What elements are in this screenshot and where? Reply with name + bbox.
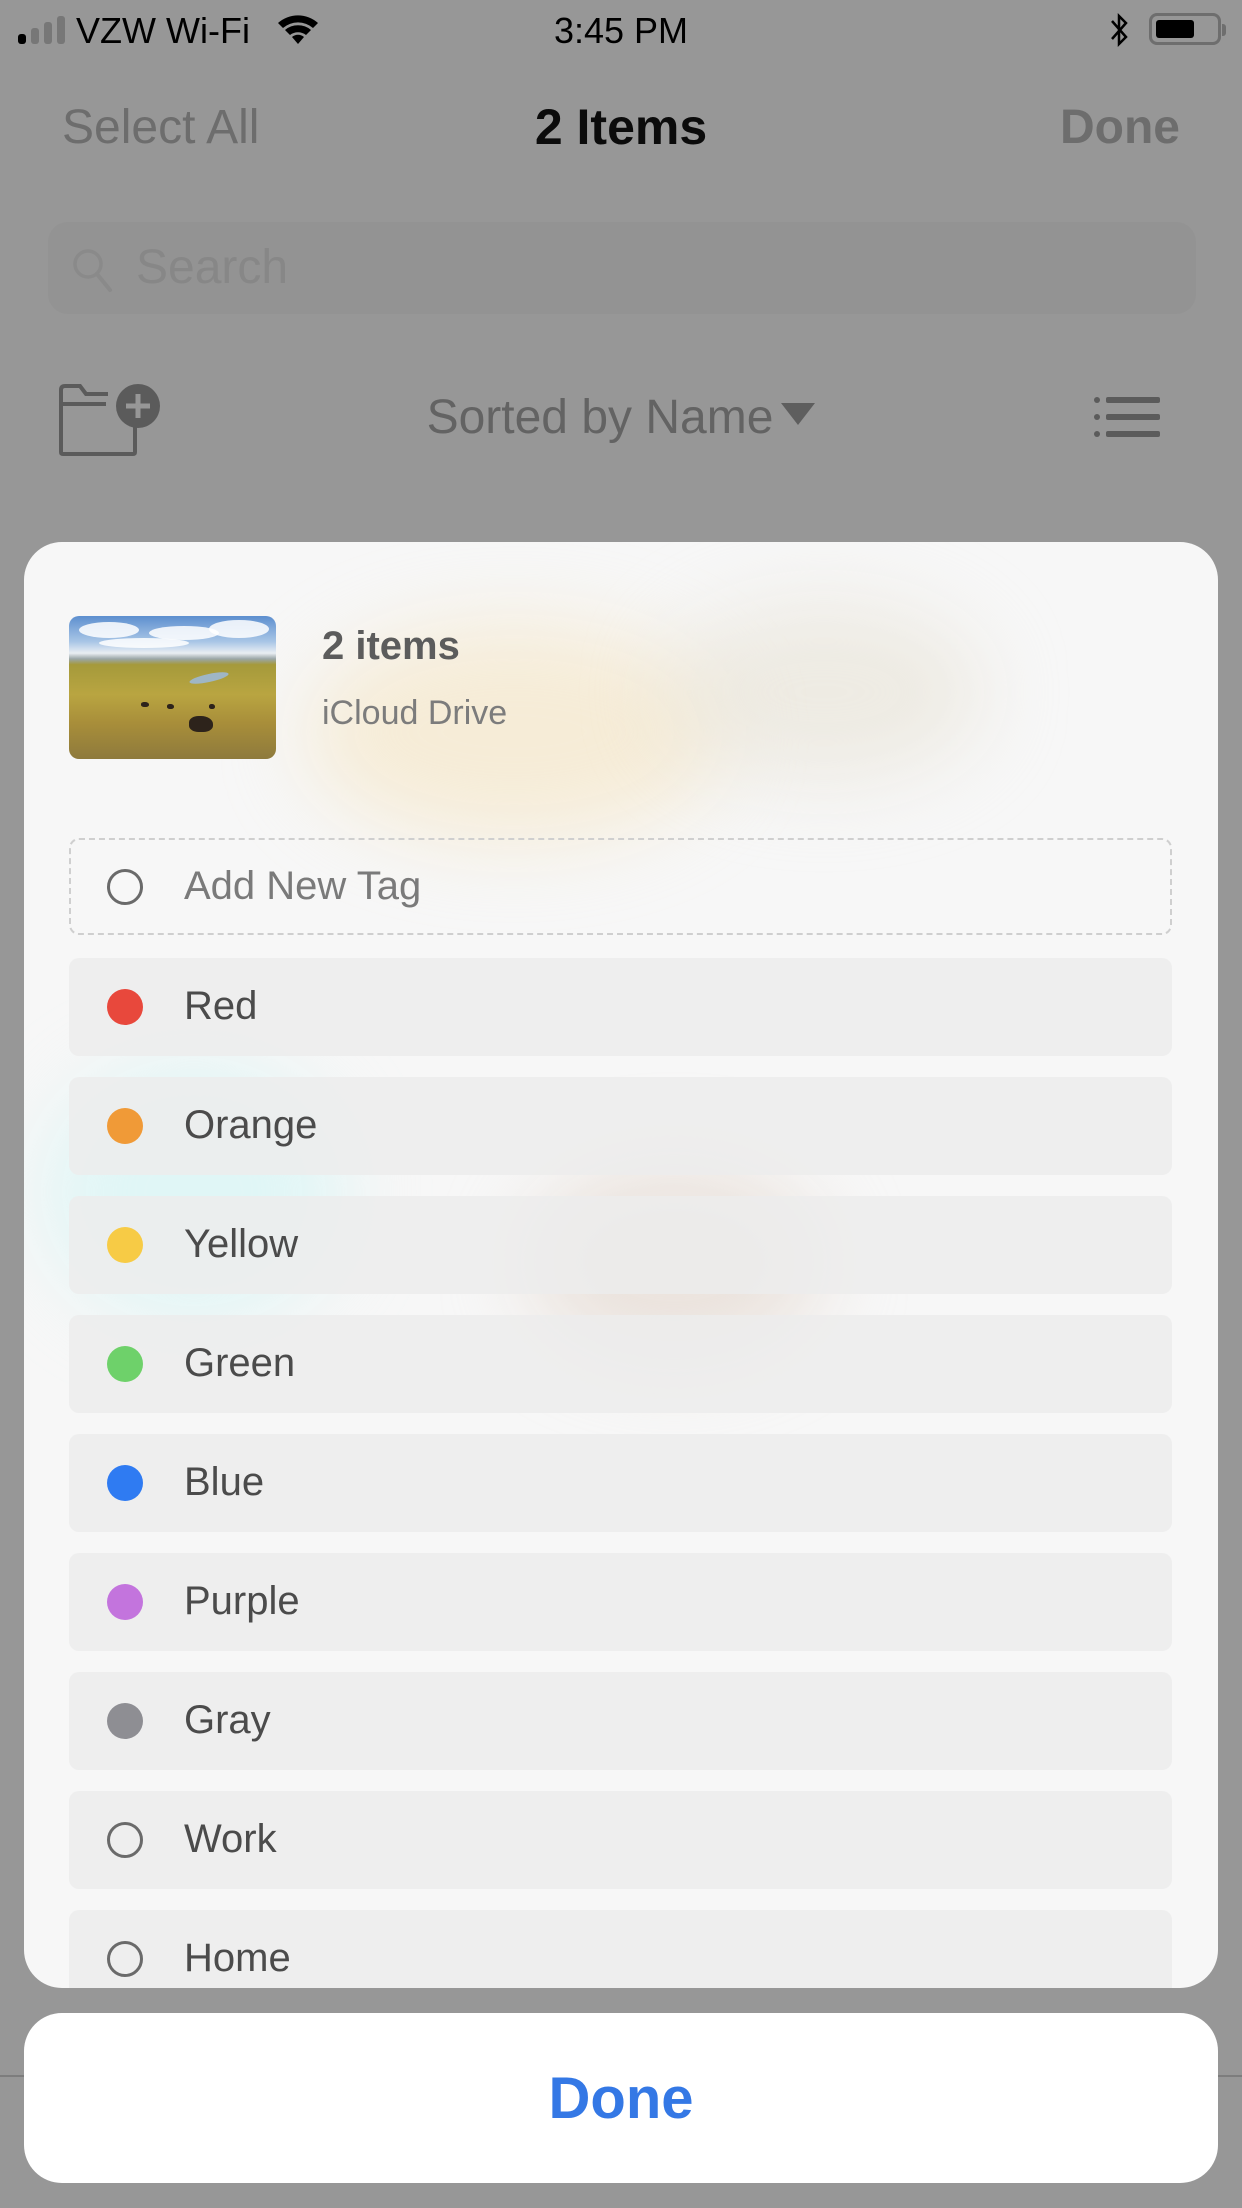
add-new-tag-button[interactable]: Add New Tag: [69, 838, 1172, 935]
empty-circle-icon: [107, 1822, 143, 1858]
color-dot-icon: [107, 1703, 143, 1739]
tags-sheet: 2 items iCloud Drive Add New Tag Red Oran…: [24, 542, 1218, 1988]
color-dot-icon: [107, 1108, 143, 1144]
tag-row-home[interactable]: Home: [69, 1910, 1172, 1988]
tag-label: Red: [184, 984, 258, 1028]
battery-icon: [1149, 13, 1221, 45]
nav-title: 2 Items: [534, 99, 708, 155]
battery-tip: [1222, 24, 1226, 36]
search-icon: [73, 249, 112, 292]
nav-done-button[interactable]: Done: [1060, 100, 1180, 155]
tag-row-yellow[interactable]: Yellow: [69, 1196, 1172, 1294]
empty-circle-icon: [107, 1941, 143, 1977]
done-button[interactable]: Done: [24, 2013, 1218, 2183]
sheet-title: 2 items: [322, 624, 460, 668]
color-dot-icon: [107, 1465, 143, 1501]
status-bar: VZW Wi-Fi 3:45 PM: [0, 0, 1242, 60]
search-placeholder: Search: [136, 241, 289, 294]
color-dot-icon: [107, 1227, 143, 1263]
tag-label: Green: [184, 1341, 296, 1385]
list-view-icon[interactable]: [1094, 396, 1160, 438]
add-tag-label: Add New Tag: [184, 864, 422, 908]
tag-row-orange[interactable]: Orange: [69, 1077, 1172, 1175]
tag-row-blue[interactable]: Blue: [69, 1434, 1172, 1532]
tag-label: Yellow: [184, 1222, 299, 1266]
color-dot-icon: [107, 1584, 143, 1620]
caret-down-icon: [781, 403, 816, 426]
tag-label: Work: [184, 1817, 277, 1861]
tag-row-green[interactable]: Green: [69, 1315, 1172, 1413]
tag-row-red[interactable]: Red: [69, 958, 1172, 1056]
bluetooth-icon: [1111, 12, 1128, 48]
empty-circle-icon: [107, 869, 143, 905]
tag-label: Orange: [184, 1103, 318, 1147]
tag-label: Purple: [184, 1579, 300, 1623]
tag-row-gray[interactable]: Gray: [69, 1672, 1172, 1770]
tag-label: Gray: [184, 1698, 271, 1742]
items-thumbnail: [69, 616, 276, 759]
battery-level: [1156, 20, 1194, 38]
blur-glow: [664, 602, 984, 782]
tag-row-work[interactable]: Work: [69, 1791, 1172, 1889]
status-time: 3:45 PM: [553, 10, 689, 51]
sort-button[interactable]: Sorted by Name: [0, 390, 1242, 445]
color-dot-icon: [107, 1346, 143, 1382]
sheet-location: iCloud Drive: [322, 694, 508, 732]
tag-label: Home: [184, 1936, 291, 1980]
color-dot-icon: [107, 989, 143, 1025]
tag-row-purple[interactable]: Purple: [69, 1553, 1172, 1651]
tag-label: Blue: [184, 1460, 265, 1504]
sort-label: Sorted by Name: [426, 391, 774, 444]
